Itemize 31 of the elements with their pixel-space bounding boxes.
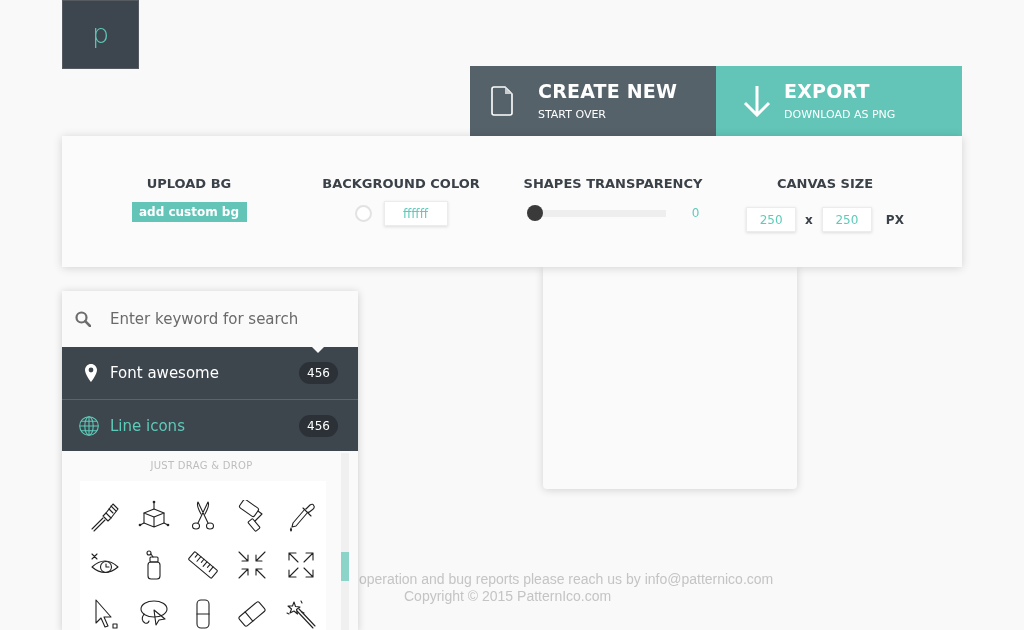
color-swatch-icon[interactable] (354, 205, 372, 222)
hint-text: JUST DRAG & DROP (150, 460, 253, 472)
globe-icon (79, 415, 99, 436)
map-pin-icon (85, 364, 97, 382)
ruler-icon[interactable] (186, 548, 219, 581)
times-sign: x (805, 212, 813, 227)
scrollbar[interactable] (341, 453, 349, 630)
logo[interactable]: p (62, 0, 139, 69)
width-input[interactable]: 250 (746, 207, 797, 232)
slider-value: 0 (691, 206, 700, 220)
unit-label: PX (885, 212, 904, 227)
arrow-down-icon (743, 85, 771, 117)
category-item[interactable]: Line icons 456 (62, 399, 358, 451)
search-field[interactable]: Enter keyword for search (110, 307, 350, 331)
add-custom-bg-button[interactable]: add custom bg (131, 202, 247, 222)
section-label: SHAPES TRANSPARENCY (523, 176, 703, 192)
color-input[interactable]: ffffff (383, 201, 448, 226)
section-label: CANVAS SIZE (776, 176, 874, 192)
search-icon (75, 311, 91, 327)
count-badge: 456 (299, 414, 338, 437)
height-input[interactable]: 250 (821, 207, 872, 232)
scrollbar-thumb[interactable] (341, 552, 349, 581)
export-button[interactable]: EXPORT DOWNLOAD AS PNG (716, 66, 962, 136)
document-icon (491, 86, 513, 116)
slider-thumb[interactable] (526, 205, 543, 221)
pointer-notch-icon (312, 347, 324, 353)
count-badge: 456 (299, 362, 338, 384)
create-new-button[interactable]: CREATE NEW START OVER (470, 66, 716, 136)
category-item[interactable]: Font awesome 456 (62, 347, 358, 399)
section-label: UPLOAD BG (146, 176, 232, 192)
section-label: BACKGROUND COLOR (322, 176, 480, 192)
